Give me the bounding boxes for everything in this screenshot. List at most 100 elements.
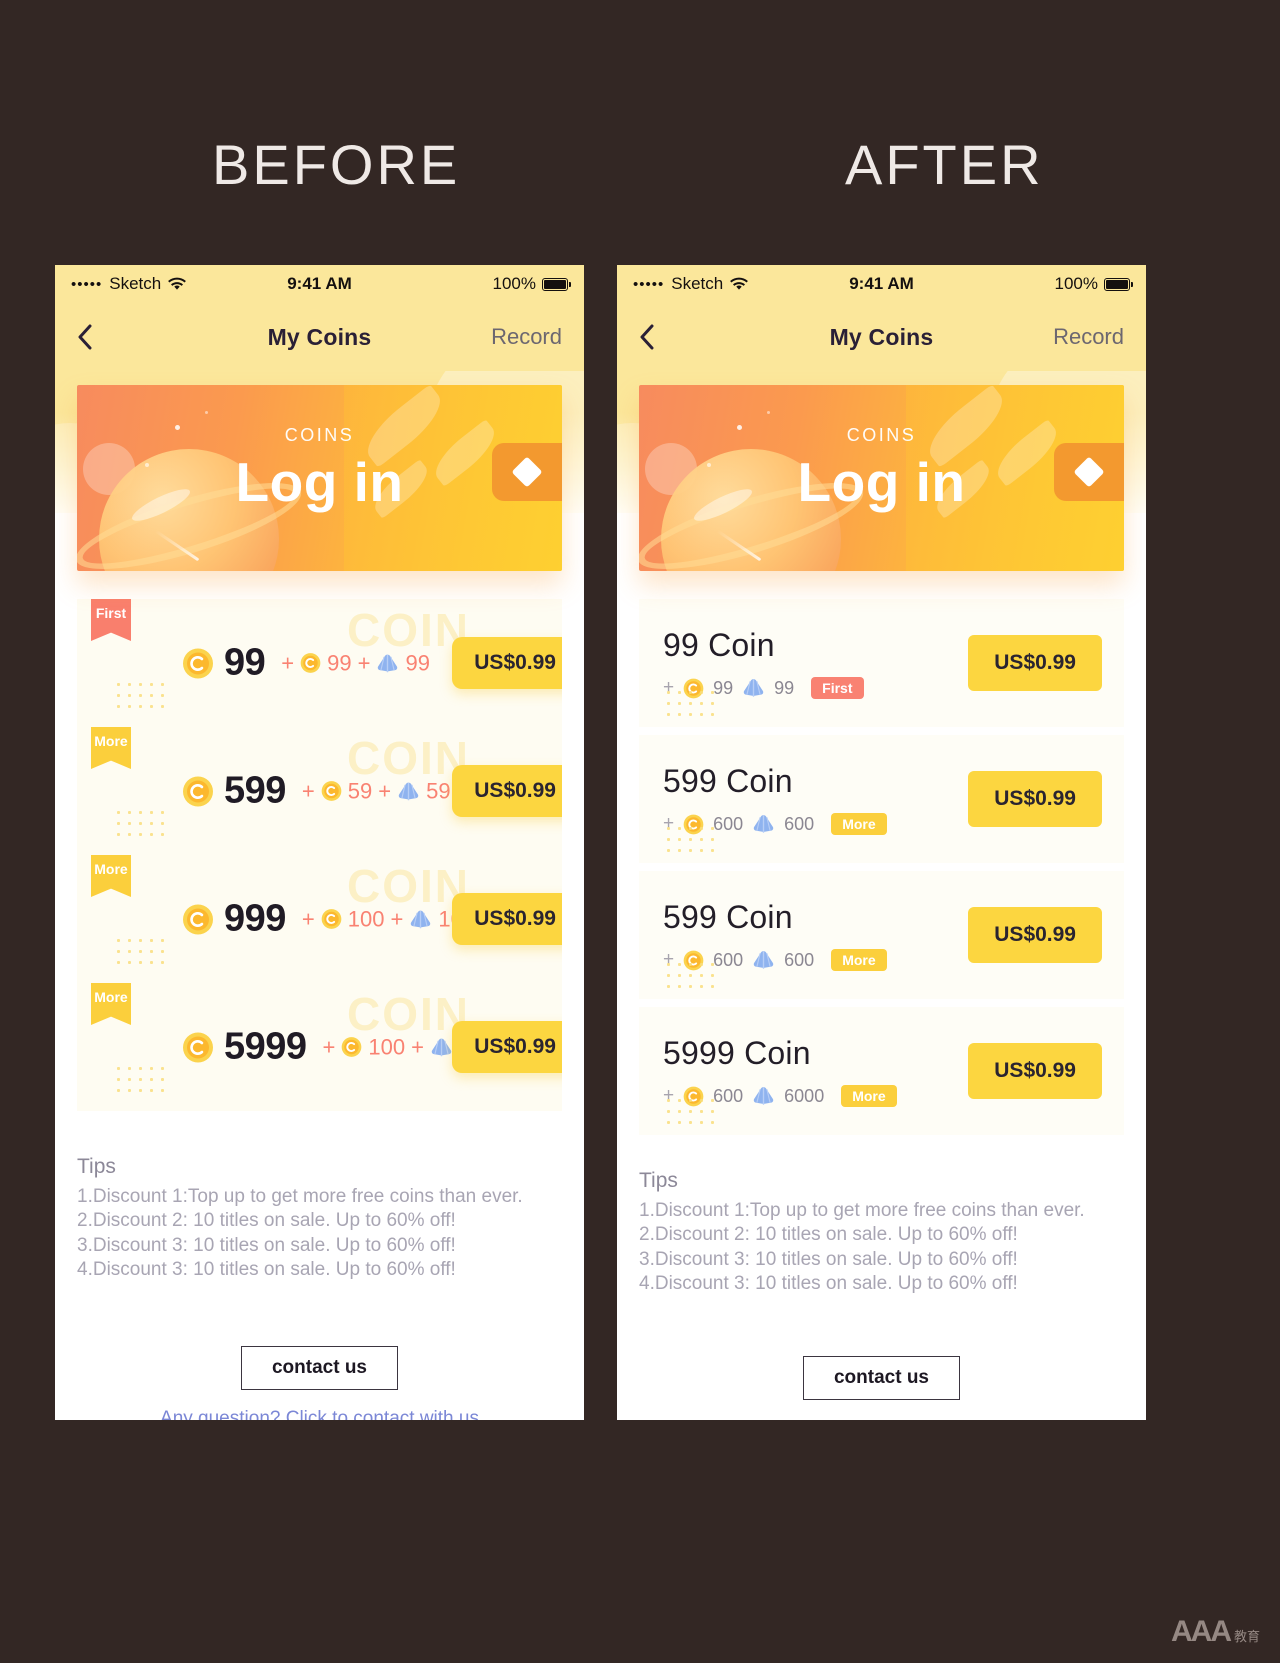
price-button[interactable]: US$0.99 <box>968 907 1102 963</box>
package-amount: 99 <box>224 641 266 684</box>
table-row[interactable]: COIN More 999 + 100 + US$0.99 <box>77 855 562 983</box>
table-row[interactable]: 99 Coin + 99 99 First US$0.99 <box>639 599 1124 727</box>
package-amount-group: 5999 + 100 + 100 <box>182 1026 496 1069</box>
bonus-coin-value: 99 <box>327 650 352 675</box>
login-banner[interactable]: COINS Log in <box>77 385 562 571</box>
table-row[interactable]: 599 Coin + 600 600 More US$0.99 <box>639 735 1124 863</box>
table-row[interactable]: COIN More 599 + 59 + 59 US$0.99 <box>77 727 562 855</box>
status-bar: ••••• Sketch 9:41 AM 100% <box>617 265 1146 303</box>
contact-section: contact us Any question? Click to contac… <box>55 1346 584 1420</box>
tips-line: 4.Discount 3: 10 titles on sale. Up to 6… <box>639 1272 1018 1294</box>
plus-sign: + <box>378 778 392 803</box>
tips-line: 4.Discount 3: 10 titles on sale. Up to 6… <box>77 1258 456 1280</box>
status-bar-right: 100% <box>1055 274 1133 294</box>
tips-title: Tips <box>639 1169 678 1192</box>
shell-icon <box>752 950 775 970</box>
dot-pattern-decoration <box>113 807 169 841</box>
coin-icon <box>182 1031 214 1063</box>
tips-section: Tips 1.Discount 1:Top up to get more fre… <box>617 1169 1146 1296</box>
status-bar-left: ••••• Sketch <box>633 274 749 294</box>
contact-us-link[interactable]: Any question? Click to contact with us <box>55 1408 584 1420</box>
package-title: 599 Coin <box>663 899 793 935</box>
price-button[interactable]: US$0.99 <box>968 771 1102 827</box>
table-row[interactable]: 599 Coin + 600 600 More US$0.99 <box>639 871 1124 999</box>
price-button[interactable]: US$0.99 <box>452 1021 562 1073</box>
star-icon <box>205 411 208 414</box>
before-heading: BEFORE <box>212 133 461 196</box>
after-phone-mockup: ••••• Sketch 9:41 AM 100% My Coins Recor… <box>617 265 1146 1420</box>
coin-icon <box>321 781 342 802</box>
bonus-shell-value: 6000 <box>784 1085 825 1106</box>
coin-icon <box>341 1037 362 1058</box>
star-icon <box>767 411 770 414</box>
price-button[interactable]: US$0.99 <box>452 765 562 817</box>
price-button[interactable]: US$0.99 <box>452 893 562 945</box>
diamond-icon <box>1073 456 1105 488</box>
contact-us-button[interactable]: contact us <box>240 1346 399 1391</box>
nav-bar: My Coins Record <box>55 303 584 371</box>
status-badge: More <box>91 983 131 1025</box>
banner-side-tab[interactable] <box>1054 443 1124 501</box>
diamond-icon <box>511 456 543 488</box>
shell-icon <box>376 653 399 673</box>
signal-dots-icon: ••••• <box>71 275 103 293</box>
status-badge: More <box>91 855 131 897</box>
banner-side-tab[interactable] <box>492 443 562 501</box>
battery-percent-label: 100% <box>492 274 536 293</box>
status-badge: More <box>831 949 887 971</box>
shell-icon <box>742 678 765 698</box>
contact-us-button[interactable]: contact us <box>802 1356 961 1401</box>
contact-section: contact us Any question? Click to contac… <box>617 1356 1146 1420</box>
record-button[interactable]: Record <box>1053 324 1124 350</box>
banner-eyebrow: COINS <box>846 425 917 445</box>
package-amount-group: 99 + 99 + 99 <box>182 642 430 685</box>
watermark-suffix: 教育 <box>1233 1629 1260 1644</box>
status-badge: More <box>831 813 887 835</box>
tips-line: 3.Discount 3: 10 titles on sale. Up to 6… <box>639 1248 1018 1270</box>
bonus-shell-value: 99 <box>405 650 430 675</box>
record-button[interactable]: Record <box>491 324 562 350</box>
signal-dots-icon: ••••• <box>633 275 665 293</box>
price-button[interactable]: US$0.99 <box>968 635 1102 691</box>
package-title: 599 Coin <box>663 763 793 799</box>
watermark-logo: AAA <box>1170 1615 1232 1648</box>
coin-icon <box>321 909 342 930</box>
before-content: COIN First 99 + 99 + 99 US$0.99 COIN Mor… <box>55 599 584 1420</box>
status-badge: First <box>91 599 131 641</box>
dot-pattern-decoration <box>113 1063 169 1097</box>
plus-sign: + <box>301 778 315 803</box>
plus-sign: + <box>322 1034 336 1059</box>
package-amount: 999 <box>224 897 286 940</box>
carrier-label: Sketch <box>109 274 162 293</box>
dot-pattern-decoration <box>113 935 169 969</box>
plus-sign: + <box>357 650 371 675</box>
banner-eyebrow: COINS <box>284 425 355 445</box>
price-button[interactable]: US$0.99 <box>452 637 562 689</box>
table-row[interactable]: 5999 Coin + 600 6000 More US$0.99 <box>639 1007 1124 1135</box>
tips-section: Tips 1.Discount 1:Top up to get more fre… <box>55 1155 584 1282</box>
plus-sign: + <box>301 906 315 931</box>
dot-pattern-decoration <box>663 959 719 989</box>
contact-us-link[interactable]: Any question? Click to contact with us <box>617 1418 1146 1420</box>
package-title: 5999 Coin <box>663 1035 811 1071</box>
banner-title: Log in <box>235 451 404 513</box>
package-title: 99 Coin <box>663 627 775 663</box>
bonus-coin-value: 59 <box>347 778 373 803</box>
login-banner[interactable]: COINS Log in <box>639 385 1124 571</box>
package-bonus-group: + 59 + 59 <box>302 778 451 804</box>
price-button[interactable]: US$0.99 <box>968 1043 1102 1099</box>
table-row[interactable]: COIN First 99 + 99 + 99 US$0.99 <box>77 599 562 727</box>
coin-icon <box>182 647 214 679</box>
status-bar: ••••• Sketch 9:41 AM 100% <box>55 265 584 303</box>
plus-sign: + <box>411 1034 424 1059</box>
package-bonus-group: + 99 + 99 <box>281 650 430 676</box>
table-row[interactable]: COIN More 5999 + 100 + US$0.99 <box>77 983 562 1111</box>
banner-text: COINS Log in <box>639 425 1124 514</box>
status-badge: First <box>811 677 864 699</box>
battery-full-icon <box>1104 277 1133 291</box>
comparison-canvas: BEFORE AFTER ••••• Sketch 9:41 AM 100% M… <box>0 0 1280 1663</box>
login-banner-wrapper: COINS Log in <box>617 385 1146 571</box>
after-content: 99 Coin + 99 99 First US$0.99 <box>617 599 1146 1420</box>
plus-sign: + <box>281 650 295 675</box>
bonus-shell-value: 600 <box>784 813 815 834</box>
